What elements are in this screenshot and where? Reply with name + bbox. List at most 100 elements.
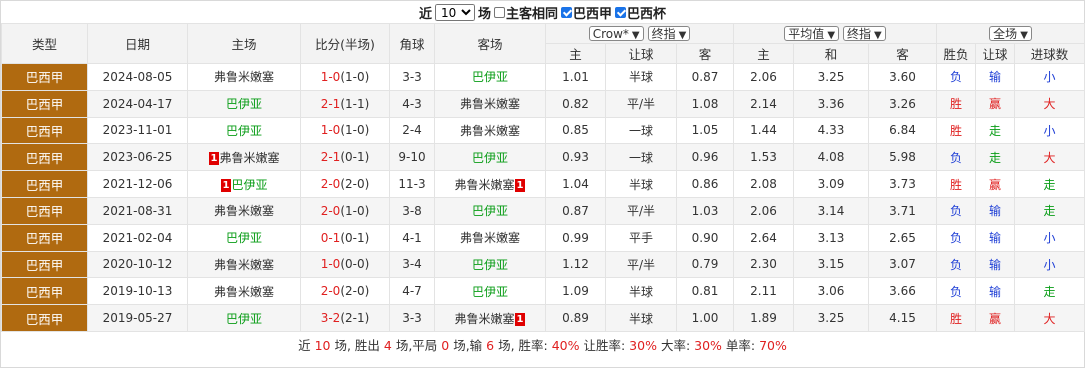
away-team-name[interactable]: 巴伊亚 xyxy=(472,258,508,272)
result-ah: 走 xyxy=(975,143,1016,172)
red-card-badge: 1 xyxy=(514,178,526,192)
league-type[interactable]: 巴西甲 xyxy=(1,63,88,91)
away-team-name[interactable]: 巴伊亚 xyxy=(472,151,508,165)
away-team-name[interactable]: 弗鲁米嫩塞 xyxy=(455,178,515,192)
full-score[interactable]: 1-0 xyxy=(321,123,341,137)
home-team-name[interactable]: 巴伊亚 xyxy=(226,231,262,245)
home-team-name[interactable]: 巴伊亚 xyxy=(226,97,262,111)
result-ou: 走 xyxy=(1014,170,1085,198)
away-team-name[interactable]: 弗鲁米嫩塞 xyxy=(455,312,515,326)
ah-away-odds: 0.86 xyxy=(675,170,735,198)
league-type[interactable]: 巴西甲 xyxy=(1,116,88,145)
result-ah: 赢 xyxy=(975,170,1016,198)
home-team-name[interactable]: 巴伊亚 xyxy=(226,124,262,138)
full-score[interactable]: 3-2 xyxy=(321,311,341,325)
home-team-name[interactable]: 巴伊亚 xyxy=(231,178,267,192)
col-home: 主场 xyxy=(187,23,301,64)
full-score[interactable]: 2-1 xyxy=(321,150,341,164)
table-row: 巴西甲 2021-02-04 巴伊亚 0-1(0-1) 4-1 弗鲁米嫩塞 0.99 平手 0.… xyxy=(1,223,1085,252)
average-select[interactable]: 平均值 ▼ xyxy=(784,26,840,41)
half-score: (1-0) xyxy=(340,123,370,138)
eu-home-odds: 2.11 xyxy=(733,277,795,306)
result-wl: 胜 xyxy=(936,170,977,198)
full-score[interactable]: 2-0 xyxy=(321,177,341,191)
home-team-name[interactable]: 弗鲁米嫩塞 xyxy=(214,70,274,84)
league-type[interactable]: 巴西甲 xyxy=(1,170,88,198)
away-team-name[interactable]: 巴伊亚 xyxy=(472,70,508,84)
league1-toggle[interactable]: 巴西甲 xyxy=(561,3,612,22)
ah-away-odds: 0.81 xyxy=(675,277,735,306)
full-score[interactable]: 0-1 xyxy=(321,231,341,245)
away-team-name[interactable]: 巴伊亚 xyxy=(472,285,508,299)
summary-win-rate: 40% xyxy=(551,337,580,353)
odds-type-select[interactable]: 终指 ▼ xyxy=(647,26,691,41)
match-date: 2021-12-06 xyxy=(87,170,188,198)
league2-toggle[interactable]: 巴西杯 xyxy=(615,3,666,22)
result-wl: 胜 xyxy=(936,116,977,145)
company-select[interactable]: Crow* ▼ xyxy=(588,26,644,41)
chevron-down-icon: ▼ xyxy=(827,30,836,41)
home-team-name[interactable]: 弗鲁米嫩塞 xyxy=(214,285,274,299)
away-team-name[interactable]: 弗鲁米嫩塞 xyxy=(460,97,520,111)
full-score[interactable]: 1-0 xyxy=(321,257,341,271)
ah-handicap: 一球 xyxy=(605,116,677,145)
match-count-select[interactable]: 10 xyxy=(434,3,475,21)
away-team: 巴伊亚 xyxy=(434,196,546,225)
half-score: (1-0) xyxy=(340,69,370,84)
table-row: 巴西甲 2019-05-27 巴伊亚 3-2(2-1) 3-3 弗鲁米嫩塞 1 0.89 半球 1… xyxy=(1,304,1085,332)
col-date: 日期 xyxy=(87,23,188,64)
same-home-away-toggle[interactable]: 主客相同 xyxy=(493,3,558,22)
home-team-name[interactable]: 弗鲁米嫩塞 xyxy=(214,204,274,218)
ah-handicap: 平/半 xyxy=(605,196,677,225)
ah-home-odds: 0.89 xyxy=(545,304,606,332)
away-team-name[interactable]: 弗鲁米嫩塞 xyxy=(460,231,520,245)
league-type[interactable]: 巴西甲 xyxy=(1,250,88,279)
col-ah-away: 客 xyxy=(675,43,735,64)
eu-draw-odds: 4.33 xyxy=(793,116,870,145)
away-team-name[interactable]: 巴伊亚 xyxy=(472,204,508,218)
summary-losses: 6 xyxy=(486,337,495,353)
checkbox-checked-icon[interactable] xyxy=(561,6,572,18)
full-score[interactable]: 2-0 xyxy=(321,284,341,298)
league-type[interactable]: 巴西甲 xyxy=(1,223,88,252)
league-type[interactable]: 巴西甲 xyxy=(1,89,88,118)
full-score[interactable]: 2-0 xyxy=(321,204,341,218)
full-score[interactable]: 2-1 xyxy=(321,97,341,111)
red-card-badge: 1 xyxy=(208,151,220,165)
result-wl: 胜 xyxy=(936,89,977,118)
col-type: 类型 xyxy=(1,23,88,64)
checkbox-checked-icon[interactable] xyxy=(615,6,627,18)
match-date: 2021-02-04 xyxy=(87,223,188,252)
score: 2-0(2-0) xyxy=(300,277,390,306)
range-select[interactable]: 全场 ▼ xyxy=(989,26,1032,41)
half-score: (0-0) xyxy=(340,257,370,272)
table-row: 巴西甲 2024-08-05 弗鲁米嫩塞 1-0(1-0) 3-3 巴伊亚 1.01 半球 0.… xyxy=(1,63,1085,91)
result-wl: 负 xyxy=(936,223,977,252)
col-away: 客场 xyxy=(434,23,546,64)
half-score: (0-1) xyxy=(340,230,370,245)
away-team-name[interactable]: 弗鲁米嫩塞 xyxy=(460,124,520,138)
chevron-down-icon: ▼ xyxy=(1020,30,1028,41)
result-wl: 负 xyxy=(936,63,977,91)
eu-away-odds: 3.07 xyxy=(868,250,938,279)
away-team: 巴伊亚 xyxy=(434,277,546,306)
league-type[interactable]: 巴西甲 xyxy=(1,196,88,225)
ah-handicap: 平手 xyxy=(605,223,677,252)
summary-wins: 4 xyxy=(383,337,392,353)
league-type[interactable]: 巴西甲 xyxy=(1,143,88,172)
ah-handicap: 半球 xyxy=(605,170,677,198)
eu-away-odds: 2.65 xyxy=(868,223,938,252)
home-team-name[interactable]: 弗鲁米嫩塞 xyxy=(214,258,274,272)
match-date: 2023-06-25 xyxy=(87,143,188,172)
avg-odds-type-select[interactable]: 终指 ▼ xyxy=(843,26,886,41)
league-type[interactable]: 巴西甲 xyxy=(1,277,88,306)
league-type[interactable]: 巴西甲 xyxy=(1,304,88,332)
eu-draw-odds: 3.13 xyxy=(793,223,870,252)
full-score[interactable]: 1-0 xyxy=(321,70,341,84)
red-card-badge: 1 xyxy=(514,312,526,326)
checkbox-icon[interactable] xyxy=(493,6,505,18)
home-team-name[interactable]: 弗鲁米嫩塞 xyxy=(219,151,279,165)
half-score: (2-0) xyxy=(340,284,370,299)
home-team-name[interactable]: 巴伊亚 xyxy=(226,312,262,326)
home-team: 弗鲁米嫩塞 xyxy=(187,250,301,279)
